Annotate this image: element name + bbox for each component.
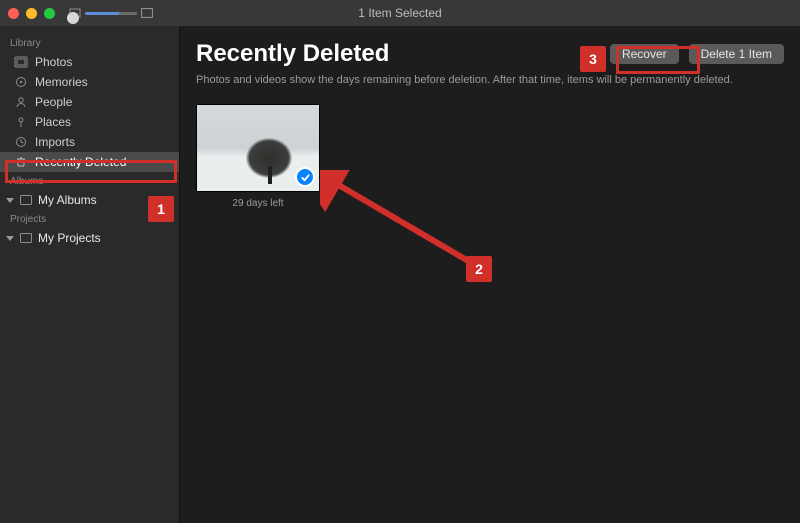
sidebar-item-label: Memories	[35, 75, 88, 89]
sidebar-item-my-projects[interactable]: My Projects	[0, 228, 179, 248]
close-window-button[interactable]	[8, 8, 19, 19]
delete-item-button[interactable]: Delete 1 Item	[689, 44, 784, 64]
sidebar: Library Photos Memories People Places	[0, 26, 180, 523]
sidebar-item-label: Places	[35, 115, 71, 129]
project-icon	[19, 232, 33, 244]
page-subtitle: Photos and videos show the days remainin…	[196, 74, 784, 86]
sidebar-section-projects: Projects	[0, 210, 179, 228]
places-pin-icon	[14, 116, 28, 128]
chevron-down-icon	[6, 198, 14, 203]
thumb-large-icon	[141, 8, 153, 18]
sidebar-item-label: My Albums	[38, 193, 97, 207]
sidebar-item-imports[interactable]: Imports	[0, 132, 179, 152]
trash-icon	[14, 156, 28, 168]
thumbnail-size-slider[interactable]	[69, 8, 153, 18]
photo-thumbnail[interactable]: 29 days left	[196, 104, 320, 209]
sidebar-item-label: Imports	[35, 135, 75, 149]
zoom-window-button[interactable]	[44, 8, 55, 19]
thumbnail-caption: 29 days left	[232, 198, 283, 209]
chevron-down-icon	[6, 236, 14, 241]
sidebar-item-label: My Projects	[38, 231, 101, 245]
window-title: 1 Item Selected	[358, 6, 441, 20]
content-pane: Recently Deleted Recover Delete 1 Item P…	[180, 26, 800, 523]
selection-checkmark-icon	[295, 167, 315, 187]
memories-icon	[14, 76, 28, 88]
recover-button[interactable]: Recover	[610, 44, 679, 64]
sidebar-item-label: People	[35, 95, 72, 109]
sidebar-item-people[interactable]: People	[0, 92, 179, 112]
sidebar-item-places[interactable]: Places	[0, 112, 179, 132]
album-icon	[19, 194, 33, 206]
sidebar-section-library: Library	[0, 34, 179, 52]
sidebar-item-my-albums[interactable]: My Albums	[0, 190, 179, 210]
window-titlebar: 1 Item Selected	[0, 0, 800, 26]
window-controls	[8, 8, 55, 19]
sidebar-item-memories[interactable]: Memories	[0, 72, 179, 92]
sidebar-item-recently-deleted[interactable]: Recently Deleted	[0, 152, 179, 172]
imports-clock-icon	[14, 136, 28, 148]
thumbnail-image	[196, 104, 320, 192]
sidebar-item-photos[interactable]: Photos	[0, 52, 179, 72]
minimize-window-button[interactable]	[26, 8, 37, 19]
people-icon	[14, 96, 28, 108]
sidebar-section-albums: Albums	[0, 172, 179, 190]
photos-icon	[14, 56, 28, 68]
page-title: Recently Deleted	[196, 40, 389, 68]
sidebar-item-label: Photos	[35, 55, 72, 69]
sidebar-item-label: Recently Deleted	[35, 155, 126, 169]
